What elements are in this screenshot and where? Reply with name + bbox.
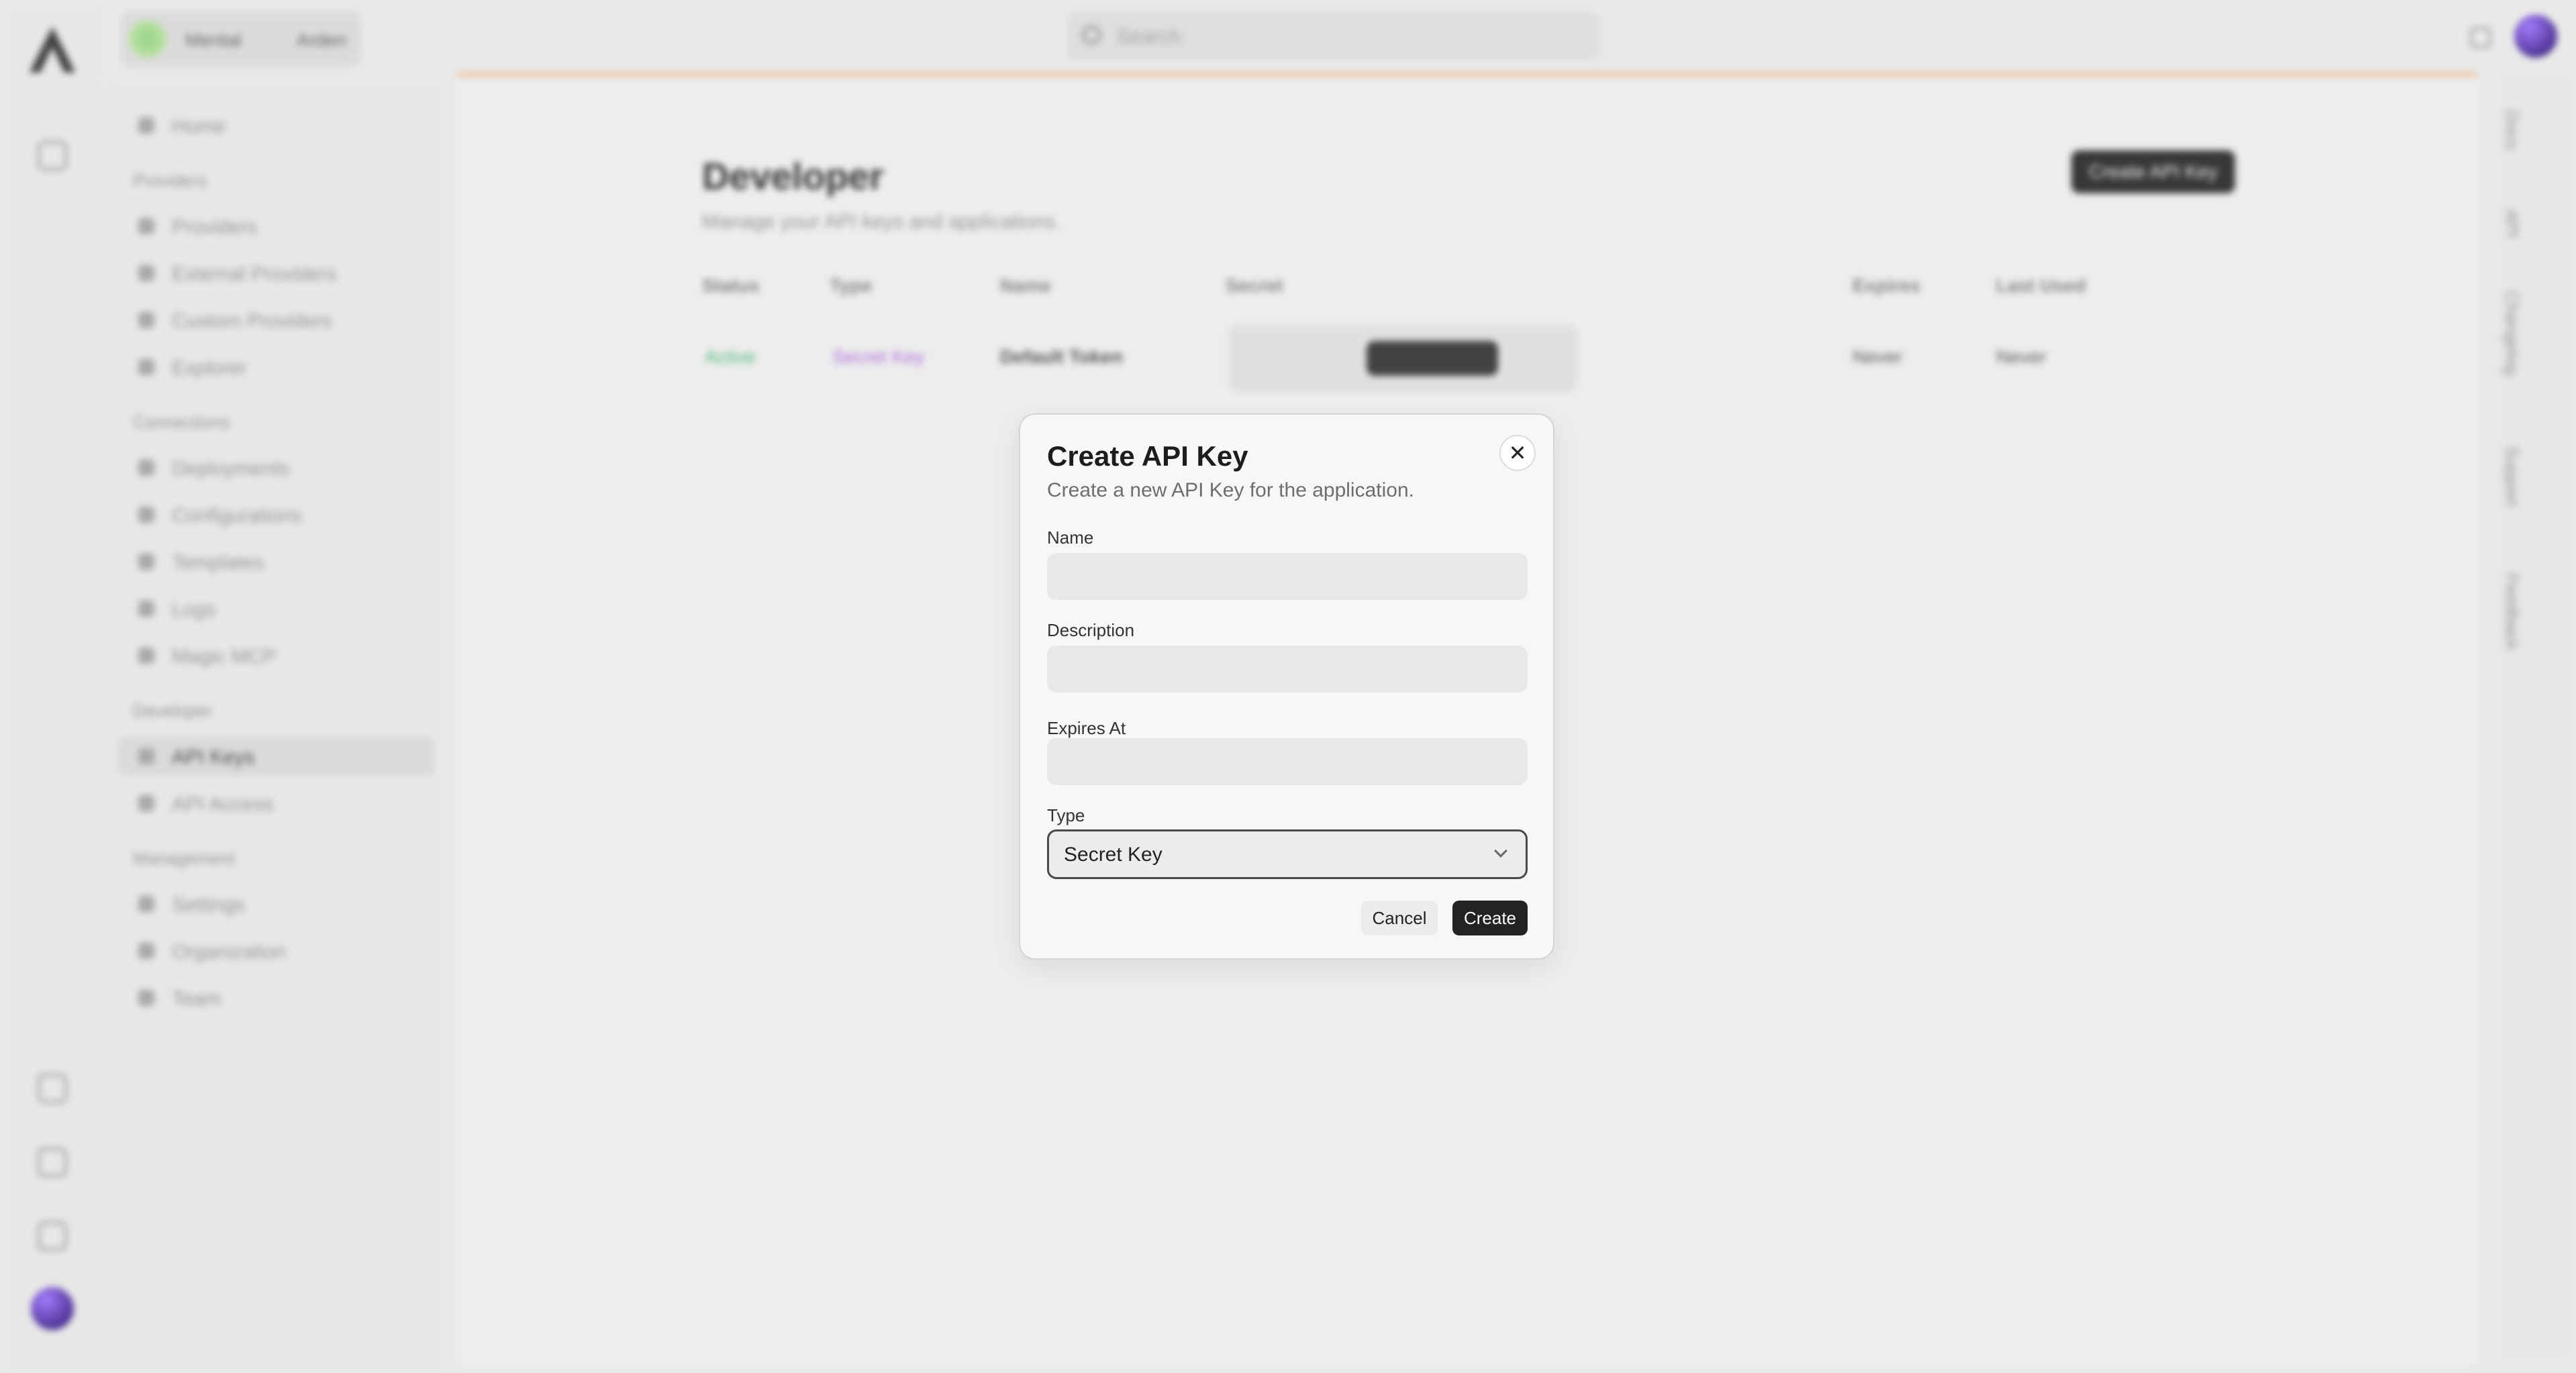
create-button[interactable]: Create [1452, 901, 1528, 935]
type-label: Type [1047, 805, 1085, 825]
expires-at-field[interactable] [1047, 738, 1528, 785]
chevron-down-icon [1494, 844, 1507, 858]
name-field[interactable] [1047, 553, 1528, 600]
dialog-title: Create API Key [1047, 440, 1248, 472]
create-api-key-dialog: Create API Key Create a new API Key for … [1019, 413, 1554, 960]
close-icon[interactable]: ✕ [1499, 435, 1536, 471]
type-select[interactable]: Secret Key [1047, 829, 1528, 879]
description-label: Description [1047, 620, 1135, 640]
name-label: Name [1047, 527, 1094, 548]
description-field[interactable] [1047, 646, 1528, 693]
expires-at-label: Expires At [1047, 718, 1126, 738]
dialog-description: Create a new API Key for the application… [1047, 479, 1414, 501]
type-selected-value: Secret Key [1064, 844, 1162, 866]
cancel-button[interactable]: Cancel [1361, 901, 1438, 935]
